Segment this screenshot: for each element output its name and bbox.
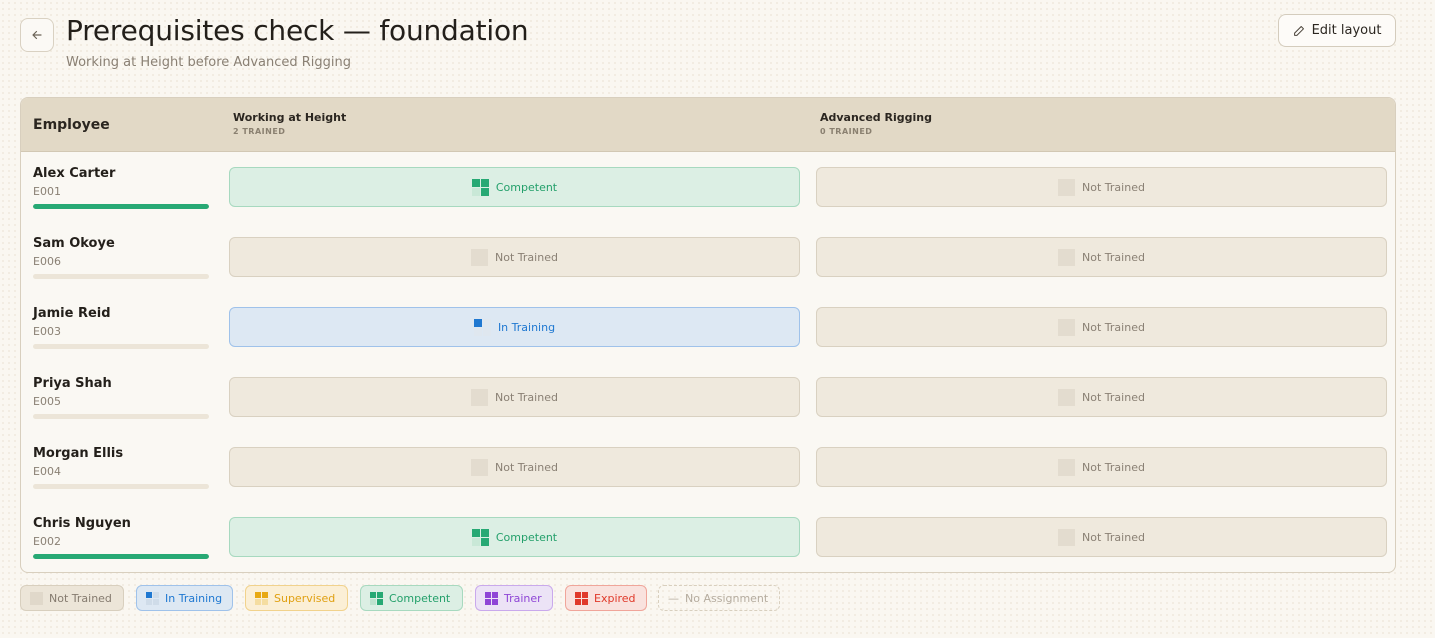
edit-layout-label: Edit layout	[1311, 23, 1382, 38]
competent-icon	[471, 528, 489, 546]
legend-supervised: Supervised	[245, 585, 348, 611]
status-label: In Training	[497, 320, 556, 334]
employee-name: Jamie Reid	[33, 306, 111, 321]
not-trained-icon	[1058, 318, 1076, 336]
skill-status-cell[interactable]: Competent	[229, 517, 800, 557]
status-label: Competent	[495, 530, 558, 544]
edit-layout-button[interactable]: Edit layout	[1278, 14, 1396, 47]
employee-name: Sam Okoye	[33, 236, 115, 251]
not-trained-icon	[30, 591, 43, 605]
in-training-icon	[473, 318, 491, 336]
not-trained-icon	[1058, 458, 1076, 476]
status-label: Not Trained	[1082, 180, 1145, 194]
trainer-icon	[485, 591, 498, 605]
skill-status-cell[interactable]: In Training	[229, 307, 800, 347]
not-trained-icon	[1058, 178, 1076, 196]
arrow-left-icon	[32, 30, 42, 40]
competent-icon	[370, 591, 383, 605]
legend-expired: Expired	[565, 585, 647, 611]
skill-name: Advanced Rigging	[820, 111, 932, 124]
skill-trained-count: 0 TRAINED	[820, 127, 873, 136]
employee-name: Alex Carter	[33, 166, 116, 181]
dash-icon: —	[668, 591, 679, 605]
not-trained-icon	[1058, 528, 1076, 546]
employee-id: E005	[33, 395, 61, 408]
employee-progress-bar	[33, 484, 209, 489]
skills-matrix: Employee Working at Height 2 TRAINED Adv…	[20, 97, 1396, 573]
table-row: Morgan Ellis E004 Not Trained Not Trained	[21, 432, 1395, 502]
back-button[interactable]	[20, 18, 54, 52]
status-label: Not Trained	[1082, 320, 1145, 334]
employee-name: Morgan Ellis	[33, 446, 124, 461]
employee-id: E001	[33, 185, 61, 198]
skill-header-advanced-rigging[interactable]: Advanced Rigging 0 TRAINED	[820, 111, 932, 136]
employee-id: E006	[33, 255, 61, 268]
employee-progress-bar	[33, 344, 209, 349]
table-row: Chris Nguyen E002 Competent Not Trained	[21, 502, 1395, 572]
not-trained-icon	[1058, 248, 1076, 266]
skill-trained-count: 2 TRAINED	[233, 127, 286, 136]
table-row: Priya Shah E005 Not Trained Not Trained	[21, 362, 1395, 432]
table-row: Alex Carter E001 Competent Not Trained	[21, 152, 1395, 222]
legend-not-trained: Not Trained	[20, 585, 124, 611]
legend-competent: Competent	[360, 585, 463, 611]
matrix-header: Employee Working at Height 2 TRAINED Adv…	[21, 98, 1395, 152]
status-label: Not Trained	[495, 390, 558, 404]
legend-trainer: Trainer	[475, 585, 553, 611]
status-label: Not Trained	[495, 250, 558, 264]
employee-progress-bar	[33, 274, 209, 279]
in-training-icon	[146, 591, 159, 605]
not-trained-icon	[471, 388, 489, 406]
skill-status-cell[interactable]: Not Trained	[229, 447, 800, 487]
employee-id: E004	[33, 465, 61, 478]
status-label: Not Trained	[1082, 250, 1145, 264]
skill-status-cell[interactable]: Not Trained	[816, 307, 1387, 347]
table-row: Sam Okoye E006 Not Trained Not Trained	[21, 222, 1395, 292]
competent-icon	[471, 178, 489, 196]
employee-id: E003	[33, 325, 61, 338]
skill-status-cell[interactable]: Not Trained	[229, 377, 800, 417]
skill-status-cell[interactable]: Not Trained	[816, 447, 1387, 487]
skill-name: Working at Height	[233, 111, 347, 124]
employee-progress-bar	[33, 554, 209, 559]
not-trained-icon	[471, 458, 489, 476]
skill-status-cell[interactable]: Not Trained	[229, 237, 800, 277]
page-title: Prerequisites check — foundation	[66, 14, 529, 47]
legend-in-training: In Training	[136, 585, 233, 611]
not-trained-icon	[471, 248, 489, 266]
page-subtitle: Working at Height before Advanced Riggin…	[66, 55, 352, 70]
employee-name: Chris Nguyen	[33, 516, 131, 531]
pencil-icon	[1293, 25, 1304, 36]
skill-status-cell[interactable]: Not Trained	[816, 517, 1387, 557]
legend-no-assignment: — No Assignment	[658, 585, 780, 611]
status-label: Not Trained	[1082, 460, 1145, 474]
not-trained-icon	[1058, 388, 1076, 406]
status-label: Competent	[495, 180, 558, 194]
employee-name: Priya Shah	[33, 376, 112, 391]
status-label: Not Trained	[1082, 390, 1145, 404]
employee-progress-bar	[33, 204, 209, 209]
skill-status-cell[interactable]: Not Trained	[816, 237, 1387, 277]
skill-status-cell[interactable]: Not Trained	[816, 377, 1387, 417]
employee-id: E002	[33, 535, 61, 548]
table-row: Jamie Reid E003 In Training Not Trained	[21, 292, 1395, 362]
skill-status-cell[interactable]: Competent	[229, 167, 800, 207]
expired-icon	[575, 591, 588, 605]
employee-progress-bar	[33, 414, 209, 419]
supervised-icon	[255, 591, 268, 605]
skill-status-cell[interactable]: Not Trained	[816, 167, 1387, 207]
status-label: Not Trained	[1082, 530, 1145, 544]
status-label: Not Trained	[495, 460, 558, 474]
employee-column-header: Employee	[33, 117, 110, 133]
skill-header-working-at-height[interactable]: Working at Height 2 TRAINED	[233, 111, 346, 136]
